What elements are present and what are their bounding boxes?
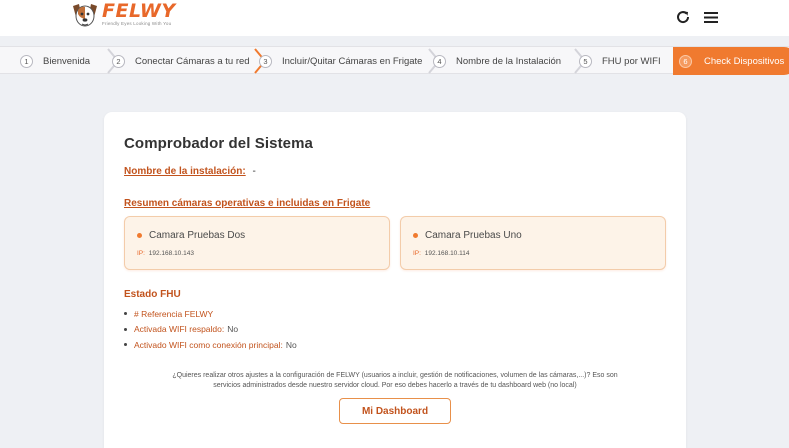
- logo-tagline: Friendly Eyes Looking With You: [102, 21, 172, 26]
- step-bienvenida[interactable]: 1 Bienvenida: [20, 47, 90, 75]
- camera-name: Camara Pruebas Uno: [425, 230, 522, 241]
- step-label: Conectar Cámaras a tu red: [135, 55, 250, 67]
- step-number: 6: [679, 54, 692, 68]
- status-dot-icon: [413, 233, 418, 238]
- fhu-item-label: # Referencia FELWY: [134, 308, 214, 319]
- camera-ip: 192.168.10.143: [148, 250, 194, 257]
- cloud-settings-info: ¿Quieres realizar otros ajustes a la con…: [124, 371, 666, 391]
- camera-name-row: Camara Pruebas Uno: [413, 230, 522, 241]
- camera-card[interactable]: Camara Pruebas Uno IP: 192.168.10.114: [400, 216, 666, 270]
- info-line: ¿Quieres realizar otros ajustes a la con…: [172, 372, 618, 379]
- felwy-logo[interactable]: FELWY Friendly Eyes Looking With You: [70, 1, 176, 33]
- camera-ip-row: IP: 192.168.10.114: [413, 250, 469, 257]
- dog-logo-icon: [70, 1, 100, 31]
- camera-ip: 192.168.10.114: [424, 250, 470, 257]
- installation-name-value: -: [252, 166, 256, 177]
- camera-ip-label: IP:: [137, 250, 145, 257]
- step-nombre-instalacion[interactable]: 4 Nombre de la Instalación: [433, 47, 561, 75]
- cameras-summary-heading: Resumen cámaras operativas e incluidas e…: [124, 198, 371, 209]
- refresh-icon[interactable]: [672, 6, 694, 28]
- system-checker-card: Comprobador del Sistema Nombre de la ins…: [104, 112, 686, 448]
- step-fhu-wifi[interactable]: 5 FHU por WIFI: [579, 47, 661, 75]
- fhu-status-list: # Referencia FELWY Activada WIFI respald…: [124, 306, 297, 353]
- step-label: Bienvenida: [43, 55, 91, 67]
- info-line: servicios administrados desde nuestro se…: [213, 382, 577, 389]
- step-label: Incluir/Quitar Cámaras en Frigate: [282, 55, 423, 67]
- page-title: Comprobador del Sistema: [124, 135, 314, 152]
- step-number: 2: [112, 54, 125, 68]
- logo-wordmark: FELWY: [102, 0, 176, 22]
- my-dashboard-button[interactable]: Mi Dashboard: [339, 398, 451, 424]
- camera-name-row: Camara Pruebas Dos: [137, 230, 245, 241]
- installation-name-label: Nombre de la instalación:: [124, 166, 246, 177]
- step-incluir-quitar[interactable]: 3 Incluir/Quitar Cámaras en Frigate: [259, 47, 422, 75]
- fhu-item-value: No: [227, 324, 239, 335]
- bullet-icon: [124, 327, 127, 331]
- list-item: Activado WIFI como conexión principal: N…: [124, 337, 297, 353]
- step-label: Nombre de la Instalación: [456, 55, 562, 67]
- list-item: # Referencia FELWY: [124, 306, 297, 322]
- camera-ip-label: IP:: [413, 250, 421, 257]
- step-conectar-camaras[interactable]: 2 Conectar Cámaras a tu red: [112, 47, 250, 75]
- camera-ip-row: IP: 192.168.10.143: [137, 250, 194, 257]
- fhu-status-heading: Estado FHU: [124, 289, 181, 300]
- step-number: 5: [579, 54, 592, 68]
- step-number: 1: [20, 54, 33, 68]
- camera-card[interactable]: Camara Pruebas Dos IP: 192.168.10.143: [124, 216, 390, 270]
- step-check-dispositivos[interactable]: 6 Check Dispositivos: [673, 47, 789, 75]
- hamburger-menu-icon[interactable]: [700, 6, 722, 28]
- bullet-icon: [124, 312, 127, 316]
- fhu-item-label: Activado WIFI como conexión principal:: [134, 339, 283, 350]
- setup-stepper: 1 Bienvenida 2 Conectar Cámaras a tu red…: [0, 46, 789, 75]
- logo-text-block: FELWY Friendly Eyes Looking With You: [102, 1, 176, 26]
- list-item: Activada WIFI respaldo: No: [124, 322, 297, 338]
- installation-name-row: Nombre de la instalación: -: [124, 166, 256, 177]
- step-label: FHU por WIFI: [602, 55, 661, 67]
- camera-name: Camara Pruebas Dos: [149, 230, 246, 241]
- step-number: 4: [433, 54, 446, 68]
- step-label: Check Dispositivos: [704, 55, 785, 67]
- step-number: 3: [259, 54, 272, 68]
- fhu-item-value: No: [285, 339, 297, 350]
- status-dot-icon: [137, 233, 142, 238]
- bullet-icon: [124, 343, 127, 347]
- fhu-item-label: Activada WIFI respaldo:: [134, 324, 225, 335]
- top-bar: FELWY Friendly Eyes Looking With You: [0, 0, 789, 36]
